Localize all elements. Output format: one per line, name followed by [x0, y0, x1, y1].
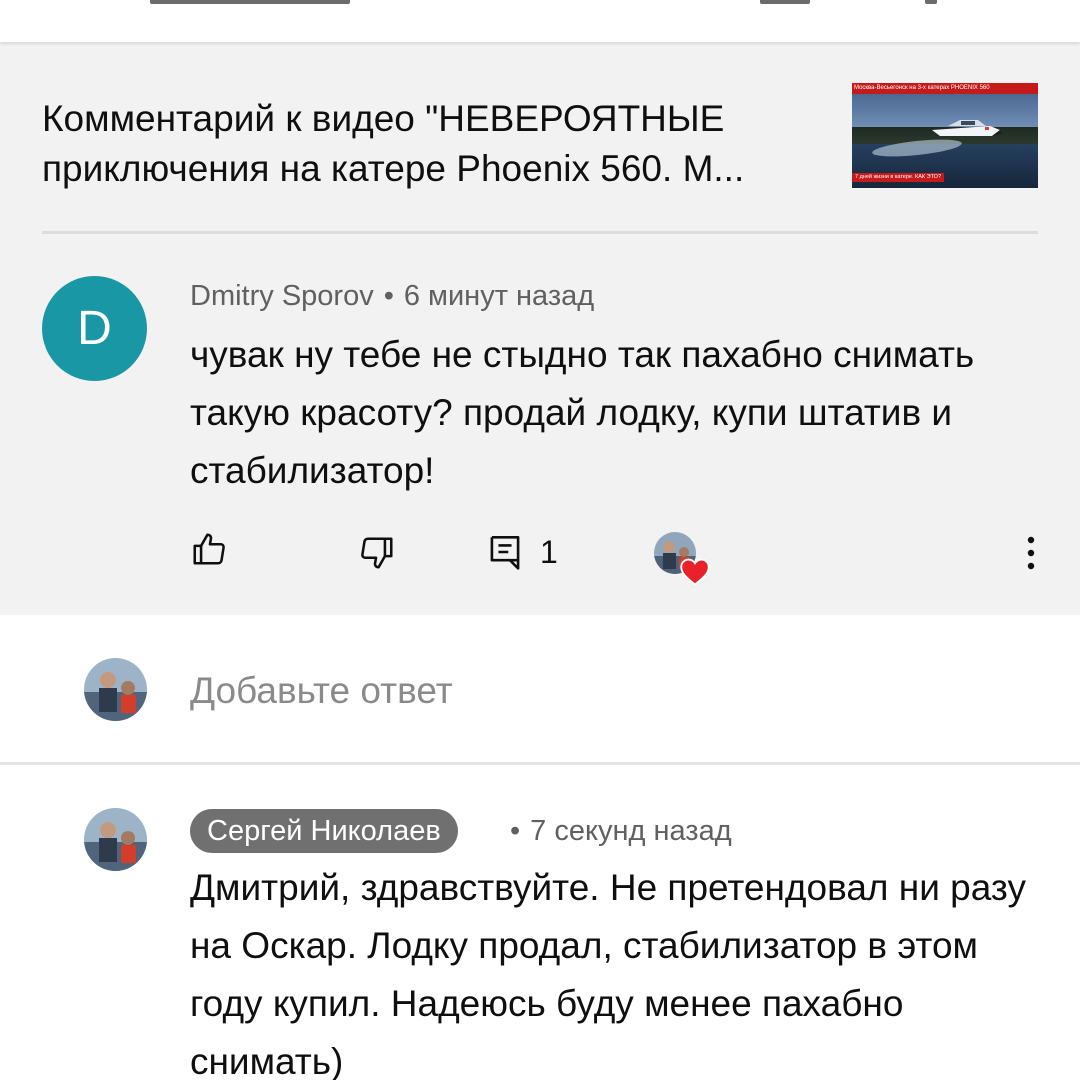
thumbnail-bottom-caption: 7 дней жизни в катере. КАК ЭТО? — [852, 173, 945, 182]
reply-button[interactable] — [487, 532, 523, 577]
top-bar-icon-remnant[interactable] — [760, 0, 810, 4]
reply-composer — [0, 615, 1080, 763]
top-app-bar — [0, 0, 1080, 42]
reply-author-avatar[interactable] — [84, 808, 147, 871]
reply-text: Дмитрий, здравствуйте. Не претендовал ни… — [190, 867, 1026, 1080]
reply-comment-icon — [490, 535, 520, 570]
commenter-avatar[interactable]: D — [42, 276, 147, 381]
top-bar-remnant — [150, 0, 350, 4]
comment-text: чувак ну тебе не стыдно так пахабно сним… — [190, 334, 975, 491]
video-context-header[interactable]: Комментарий к видео "НЕВЕРОЯТНЫЕ приключ… — [0, 42, 1080, 234]
reply-time: 7 секунд назад — [530, 815, 732, 847]
reply-input[interactable] — [190, 667, 1030, 715]
heart-icon — [680, 558, 710, 586]
video-thumbnail[interactable]: Москва-Весьегонск на 3-х катерах PHOENIX… — [852, 83, 1038, 188]
reply-meta: • 7 секунд назад — [510, 811, 732, 851]
thumbs-up-icon — [193, 533, 225, 565]
dislike-button[interactable] — [358, 534, 396, 577]
comment-author[interactable]: Dmitry Sporov — [190, 280, 374, 312]
more-vertical-icon — [1027, 536, 1035, 570]
more-button[interactable] — [1018, 534, 1044, 578]
comment-thread-screen: Комментарий к видео "НЕВЕРОЯТНЫЕ приключ… — [0, 0, 1080, 1080]
thumbs-down-icon — [361, 537, 393, 569]
reply-count[interactable]: 1 — [540, 532, 558, 572]
reply-author-photo — [84, 808, 147, 871]
meta-separator: • — [383, 280, 394, 312]
top-bar-icon-remnant[interactable] — [925, 0, 937, 4]
comment-card: D Dmitry Sporov • 6 минут назад чувак ну т… — [0, 234, 1080, 615]
thumbnail-top-caption: Москва-Весьегонск на 3-х катерах PHOENIX… — [852, 83, 1038, 94]
reply-card: Сергей Николаев • 7 секунд назад Дмитрий,… — [0, 765, 1080, 1080]
boat-illustration — [932, 120, 1002, 136]
comment-time: 6 минут назад — [403, 280, 595, 312]
reply-author-badge[interactable]: Сергей Николаев — [190, 809, 458, 853]
my-avatar — [84, 658, 147, 721]
meta-separator: • — [510, 815, 521, 847]
my-avatar-photo — [84, 658, 147, 721]
video-context-title[interactable]: Комментарий к видео "НЕВЕРОЯТНЫЕ приключ… — [42, 94, 812, 194]
like-button[interactable] — [190, 530, 228, 573]
comment-meta: Dmitry Sporov • 6 минут назад — [190, 276, 594, 316]
